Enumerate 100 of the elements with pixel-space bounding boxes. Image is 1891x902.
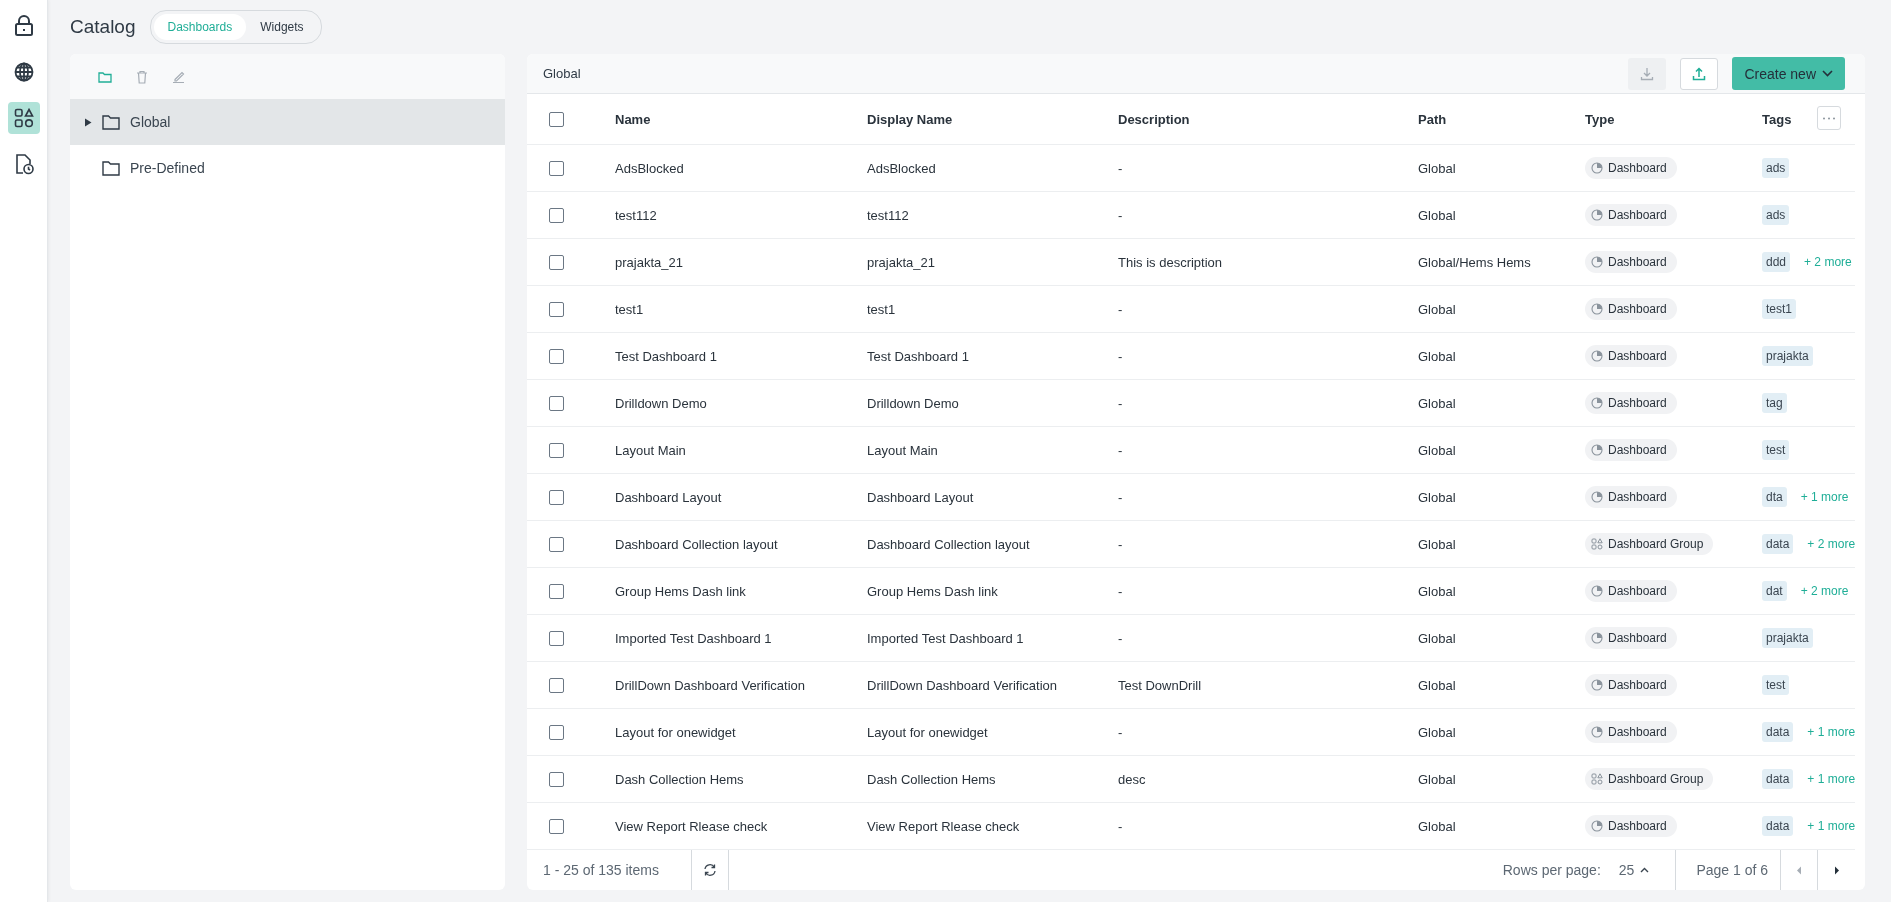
row-checkbox[interactable] [549,677,564,693]
tag-badge: data [1762,722,1794,742]
table-cell: Global [1418,160,1456,176]
table-cell: Global [1418,583,1456,599]
folder-icon[interactable] [98,70,112,83]
row-checkbox[interactable] [549,207,564,223]
more-tags-link[interactable]: + 2 more [1800,584,1849,598]
rows-per-page-select[interactable]: 25 [1612,861,1656,879]
row-checkbox[interactable] [549,536,564,552]
type-badge: Dashboard [1585,392,1677,414]
refresh-icon [703,863,717,877]
tag-badge: ddd [1762,252,1791,272]
table-cell: Global [1418,207,1456,223]
table-cell: Global [1418,677,1456,693]
refresh-button[interactable] [691,850,729,890]
tag-badge: dat [1762,581,1787,601]
table-cell: test1 [615,301,644,317]
ellipsis-icon [1822,116,1836,120]
create-new-button[interactable]: Create new [1732,57,1845,90]
row-checkbox[interactable] [549,442,564,458]
tag-badge: data [1762,816,1794,836]
tag-badge: prajakta [1762,346,1813,366]
table-cell: Global [1418,630,1456,646]
table-cell: - [1118,442,1123,458]
tab[interactable]: Widgets [246,14,318,40]
table-cell: Global [1418,724,1456,740]
more-tags-link[interactable]: + 2 more [1804,255,1852,269]
type-badge: Dashboard Group [1585,768,1714,790]
upload-button[interactable] [1680,57,1719,90]
row-checkbox[interactable] [549,489,564,505]
tag-badge: prajakta [1762,628,1813,648]
column-header: Description [1118,111,1190,127]
type-badge: Dashboard [1585,157,1677,179]
row-checkbox[interactable] [549,254,564,270]
table-cell: AdsBlocked [615,160,684,176]
table-cell: - [1118,395,1123,411]
table-cell: Drilldown Demo [867,395,959,411]
table-cell: Global [1418,348,1456,364]
table-cell: View Report Rlease check [615,818,768,834]
chevron-up-icon [1640,867,1650,873]
table-cell: Imported Test Dashboard 1 [615,630,772,646]
table-cell: Dashboard Collection layout [615,536,778,552]
table-cell: - [1118,301,1123,317]
left-triangle-icon [1796,865,1802,875]
table-cell: Test Dashboard 1 [867,348,969,364]
row-checkbox[interactable] [549,395,564,411]
table-cell: AdsBlocked [867,160,936,176]
more-tags-link[interactable]: + 1 more [1807,772,1856,786]
row-checkbox[interactable] [549,583,564,599]
table-cell: test112 [867,207,909,223]
tag-badge: test [1762,675,1790,695]
table-cell: - [1118,489,1123,505]
more-tags-link[interactable]: + 1 more [1807,819,1856,833]
table-cell: prajakta_21 [615,254,683,270]
table-cell: prajakta_21 [867,254,935,270]
folder-item[interactable]: Pre-Defined [70,145,505,191]
table-cell: - [1118,818,1123,834]
table-cell: - [1118,207,1123,223]
row-checkbox[interactable] [549,771,564,787]
table-cell: - [1118,583,1123,599]
type-badge: Dashboard [1585,298,1677,320]
table-cell: This is description [1118,254,1223,270]
table-cell: Global [1418,489,1456,505]
table-cell: - [1118,348,1123,364]
table-cell: Layout Main [867,442,938,458]
chevron-down-icon [1822,70,1833,77]
table-cell: Global [1418,301,1456,317]
table-cell: test112 [615,207,657,223]
shapes-icon[interactable] [7,102,40,134]
table-cell: Dash Collection Hems [867,771,996,787]
tab[interactable]: Dashboards [153,14,247,40]
table-cell: Test Dashboard 1 [615,348,717,364]
row-checkbox[interactable] [549,818,564,834]
row-checkbox[interactable] [549,630,564,646]
select-all-checkbox[interactable] [549,111,564,127]
row-checkbox[interactable] [549,160,564,176]
table-cell: Dashboard Collection layout [867,536,1030,552]
row-checkbox[interactable] [549,348,564,364]
type-badge: Dashboard [1585,815,1677,837]
table-cell: - [1118,536,1123,552]
folder-item[interactable]: Global [70,99,505,145]
type-badge: Dashboard [1585,251,1677,273]
caret-icon[interactable] [84,117,92,127]
table-cell: Dash Collection Hems [615,771,744,787]
page-title: Catalog [70,16,136,38]
tag-badge: test1 [1762,299,1796,319]
column-header: Display Name [867,111,953,127]
row-checkbox[interactable] [549,724,564,740]
row-checkbox[interactable] [549,301,564,317]
more-tags-link[interactable]: + 2 more [1807,537,1856,551]
table-cell: DrillDown Dashboard Verification [867,677,1058,693]
table-cell: Global/Hems Hems [1418,254,1531,270]
table-cell: Layout for onewidget [615,724,736,740]
type-badge: Dashboard [1585,439,1677,461]
tag-badge: ads [1762,205,1790,225]
tag-badge: dta [1762,487,1787,507]
rows-per-page-label: Rows per page: [1502,862,1601,878]
more-tags-link[interactable]: + 1 more [1807,725,1856,739]
right-triangle-icon [1833,865,1840,875]
more-tags-link[interactable]: + 1 more [1800,490,1849,504]
